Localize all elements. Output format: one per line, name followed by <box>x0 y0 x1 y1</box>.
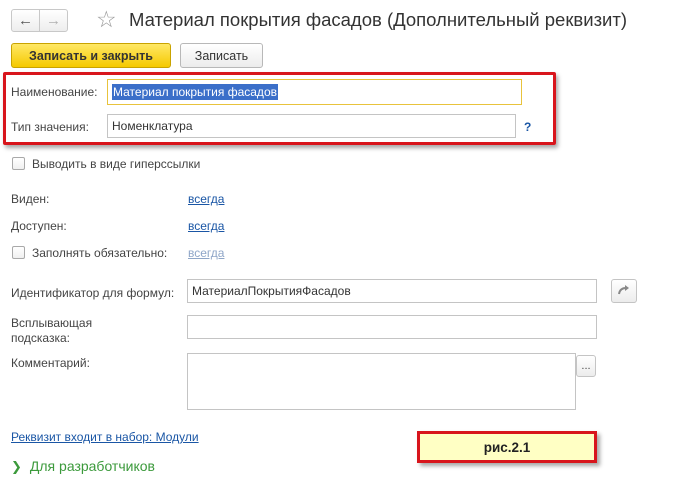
formula-id-label: Идентификатор для формул: <box>11 286 175 300</box>
page-title: Материал покрытия фасадов (Дополнительны… <box>129 9 628 30</box>
tooltip-label-line1: Всплывающая <box>11 316 93 330</box>
type-help-link[interactable]: ? <box>524 120 531 134</box>
forward-button[interactable]: → <box>39 9 68 32</box>
required-checkbox[interactable] <box>12 246 25 259</box>
tooltip-input[interactable] <box>187 315 597 339</box>
name-input[interactable]: Материал покрытия фасадов <box>107 79 522 105</box>
type-label: Тип значения: <box>11 120 89 134</box>
name-label: Наименование: <box>11 85 98 99</box>
required-link[interactable]: всегда <box>188 246 224 261</box>
star-icon[interactable]: ☆ <box>96 5 117 33</box>
name-value: Материал покрытия фасадов <box>112 84 278 100</box>
available-label: Доступен: <box>11 219 67 233</box>
visible-link[interactable]: всегда <box>188 192 224 207</box>
chevron-right-icon: ❯ <box>11 459 22 474</box>
hyperlink-checkbox[interactable] <box>12 157 25 170</box>
available-link[interactable]: всегда <box>188 219 224 234</box>
comment-label: Комментарий: <box>11 356 90 370</box>
visible-label: Виден: <box>11 192 50 206</box>
comment-edit-button[interactable]: ... <box>576 355 596 377</box>
required-label: Заполнять обязательно: <box>32 246 168 260</box>
refresh-arrow-icon <box>618 285 629 295</box>
type-value: Номенклатура <box>112 119 193 133</box>
save-button[interactable]: Записать <box>180 43 263 68</box>
generate-id-button[interactable] <box>611 279 637 303</box>
figure-annotation: рис.2.1 <box>417 431 597 463</box>
tooltip-label-line2: подсказка: <box>11 331 70 345</box>
back-button[interactable]: ← <box>11 9 40 32</box>
hyperlink-label: Выводить в виде гиперссылки <box>32 157 201 171</box>
set-membership-link[interactable]: Реквизит входит в набор: Модули <box>11 430 199 445</box>
arrow-left-icon: ← <box>18 12 33 29</box>
type-input[interactable]: Номенклатура <box>107 114 516 138</box>
arrow-right-icon: → <box>46 12 61 29</box>
save-and-close-button[interactable]: Записать и закрыть <box>11 43 171 68</box>
developers-group-toggle[interactable]: ❯ Для разработчиков <box>11 458 155 475</box>
formula-id-value: МатериалПокрытияФасадов <box>192 284 351 298</box>
developers-group-label: Для разработчиков <box>29 458 155 474</box>
comment-textarea[interactable] <box>187 353 576 410</box>
figure-annotation-label: рис.2.1 <box>483 439 531 455</box>
formula-id-input[interactable]: МатериалПокрытияФасадов <box>187 279 597 303</box>
